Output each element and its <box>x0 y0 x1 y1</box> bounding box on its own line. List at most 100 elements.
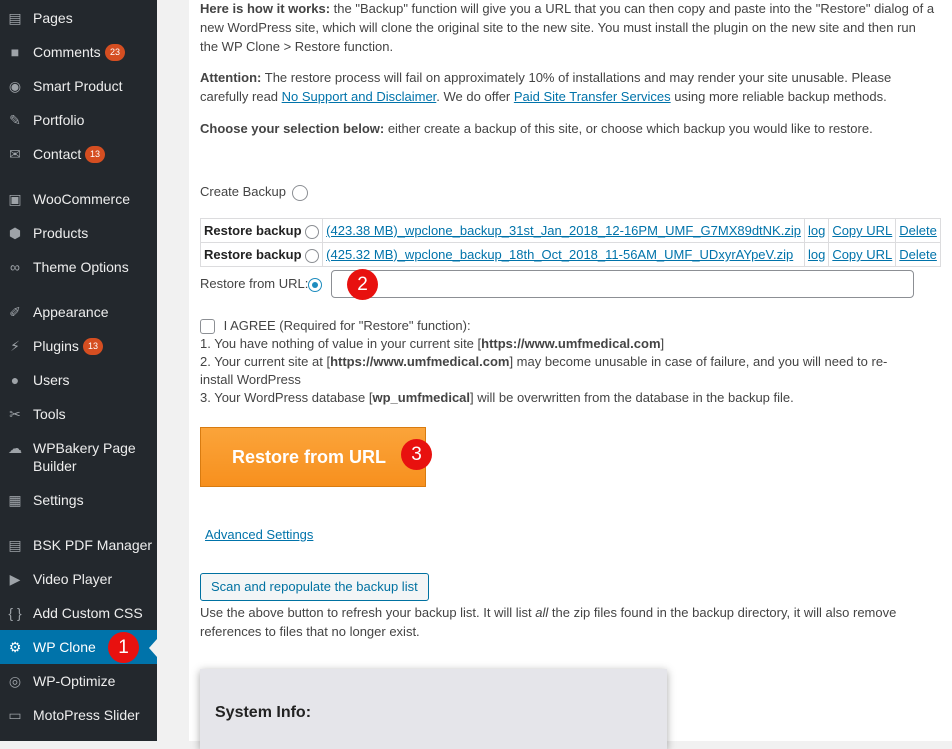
create-backup-label: Create Backup <box>200 184 286 199</box>
sidebar-item-label: WPBakery Page Builder <box>33 440 136 474</box>
backup-table: Restore backup (423.38 MB)_wpclone_backu… <box>199 218 941 267</box>
sidebar-item-label: Settings <box>33 492 84 508</box>
sidebar-item-settings[interactable]: ▦ Settings <box>0 491 157 509</box>
sidebar-item-label: Products <box>33 225 89 241</box>
agree-checkbox[interactable] <box>200 319 215 335</box>
agree-term-1: 1. You have nothing of value in your cur… <box>200 335 920 353</box>
admin-sidebar: ▤ Pages ■ Comments 23 ◉ Smart Product ✎ Portfoli… <box>0 0 157 741</box>
sidebar-item-contact[interactable]: ✉ Contact 13 <box>0 145 157 163</box>
sidebar-item-add-custom-css[interactable]: { } Add Custom CSS <box>0 604 157 622</box>
restore-backup-text: Restore backup <box>204 247 302 262</box>
delete-cell: Delete <box>895 218 941 243</box>
copy-url-cell: Copy URL <box>828 218 897 243</box>
restore-backup-radio[interactable] <box>305 224 320 239</box>
sidebar-item-theme-options[interactable]: ∞ Theme Options <box>0 258 157 276</box>
delete-cell: Delete <box>895 242 941 267</box>
sidebar-item-label: Contact <box>33 146 82 162</box>
backup-file-link[interactable]: (425.32 MB)_wpclone_backup_18th_Oct_2018… <box>326 247 793 262</box>
sidebar-item-smart-product[interactable]: ◉ Smart Product <box>0 77 157 95</box>
brush-icon: ✐ <box>9 303 21 320</box>
sidebar-item-products[interactable]: ⬢ Products <box>0 224 157 242</box>
gear-icon: ⚙ <box>8 638 22 655</box>
sidebar-item-label: Appearance <box>33 304 109 320</box>
user-icon: ● <box>10 372 20 388</box>
site-url: https://www.umfmedical.com <box>481 336 661 351</box>
step-badge-1: 1 <box>108 632 139 663</box>
notification-count: 13 <box>85 146 106 163</box>
pages-icon: ▤ <box>8 9 22 26</box>
sidebar-item-motopress-slider[interactable]: ▭ MotoPress Slider <box>0 706 157 724</box>
attention-text-2: . We do offer <box>436 89 514 104</box>
sidebar-item-bsk-pdf-manager[interactable]: ▤ BSK PDF Manager <box>0 536 157 554</box>
restore-url-label: Restore from URL: <box>200 276 309 291</box>
how-label: Here is how it works: <box>200 1 331 16</box>
sidebar-item-wp-clone[interactable]: ⚙ WP Clone 1 <box>0 630 157 664</box>
sidebar-item-label: WooCommerce <box>33 191 130 207</box>
sidebar-item-label: MotoPress Slider <box>33 707 140 723</box>
backup-file-link[interactable]: (423.38 MB)_wpclone_backup_31st_Jan_2018… <box>326 223 801 238</box>
restore-url-row: Restore from URL: <box>200 275 323 293</box>
scan-backup-list-button[interactable]: Scan and repopulate the backup list <box>200 573 429 601</box>
choose-selection-text: Choose your selection below: either crea… <box>200 119 935 138</box>
table-row: Restore backup (425.32 MB)_wpclone_backu… <box>199 242 941 267</box>
sidebar-item-wpbakery-page-builder[interactable]: ☁ WPBakery Page Builder <box>0 439 157 475</box>
sidebar-item-label: Users <box>33 372 70 388</box>
sidebar-item-users[interactable]: ● Users <box>0 371 157 389</box>
sidebar-item-video-player[interactable]: ▶ Video Player <box>0 570 157 588</box>
plug-icon: ⚡ <box>10 337 20 354</box>
restore-url-input[interactable] <box>331 270 914 298</box>
advanced-settings-link[interactable]: Advanced Settings <box>205 527 313 542</box>
cloud-icon: ☁ <box>8 439 22 456</box>
eye-icon: ◉ <box>8 77 22 94</box>
restore-from-url-button[interactable]: Restore from URL <box>200 427 426 487</box>
sidebar-item-appearance[interactable]: ✐ Appearance <box>0 303 157 321</box>
restore-backup-radio[interactable] <box>305 248 320 263</box>
box-icon: ⬢ <box>8 224 22 241</box>
paid-transfer-link[interactable]: Paid Site Transfer Services <box>514 89 671 104</box>
sidebar-item-pages[interactable]: ▤ Pages <box>0 9 157 27</box>
sidebar-item-portfolio[interactable]: ✎ Portfolio <box>0 111 157 129</box>
notification-count: 23 <box>105 44 126 61</box>
agree-term-3: 3. Your WordPress database [wp_umfmedica… <box>200 389 920 407</box>
notification-count: 13 <box>83 338 104 355</box>
scan-help-em: all <box>535 605 549 620</box>
restore-url-radio[interactable] <box>308 277 323 292</box>
log-cell: log <box>803 218 830 243</box>
sidebar-item-label: WP-Optimize <box>33 673 116 689</box>
sidebar-item-label: Add Custom CSS <box>33 605 143 621</box>
create-backup-row: Create Backup <box>200 183 308 201</box>
sidebar-item-label: Smart Product <box>33 78 123 94</box>
agree-label: I AGREE (Required for "Restore" function… <box>223 318 471 333</box>
attention-label: Attention: <box>200 70 262 85</box>
database-name: wp_umfmedical <box>372 390 471 405</box>
comments-icon: ■ <box>10 44 20 60</box>
restore-backup-text: Restore backup <box>204 223 302 238</box>
term-text: ] will be overwritten from the database … <box>470 390 794 405</box>
wrench-icon: ✂ <box>9 405 21 422</box>
copy-url-link[interactable]: Copy URL <box>832 223 892 238</box>
disclaimer-link[interactable]: No Support and Disclaimer <box>282 89 437 104</box>
table-row: Restore backup (423.38 MB)_wpclone_backu… <box>199 218 941 243</box>
sidebar-item-comments[interactable]: ■ Comments 23 <box>0 43 157 61</box>
sidebar-item-plugins[interactable]: ⚡ Plugins 13 <box>0 337 157 355</box>
log-link[interactable]: log <box>808 247 825 262</box>
create-backup-radio[interactable] <box>291 184 308 201</box>
woocommerce-icon: ▣ <box>8 190 22 207</box>
document-icon: ▤ <box>8 536 22 553</box>
sidebar-item-wp-optimize[interactable]: ◎ WP-Optimize <box>0 672 157 690</box>
copy-url-link[interactable]: Copy URL <box>832 247 892 262</box>
how-it-works-text: Here is how it works: the "Backup" funct… <box>200 0 935 56</box>
sidebar-item-woocommerce[interactable]: ▣ WooCommerce <box>0 190 157 208</box>
sidebar-item-tools[interactable]: ✂ Tools <box>0 405 157 423</box>
choose-label: Choose your selection below: <box>200 121 385 136</box>
sidebar-item-label: Tools <box>33 406 66 422</box>
delete-link[interactable]: Delete <box>899 223 937 238</box>
log-link[interactable]: log <box>808 223 825 238</box>
agree-term-2: 2. Your current site at [https://www.umf… <box>200 353 920 389</box>
active-indicator-arrow <box>149 639 157 657</box>
system-info-title: System Info: <box>215 704 312 721</box>
sidebar-item-label: Pages <box>33 10 73 26</box>
sidebar-item-label: BSK PDF Manager <box>33 537 153 553</box>
agree-terms: 1. You have nothing of value in your cur… <box>200 335 920 407</box>
delete-link[interactable]: Delete <box>899 247 937 262</box>
